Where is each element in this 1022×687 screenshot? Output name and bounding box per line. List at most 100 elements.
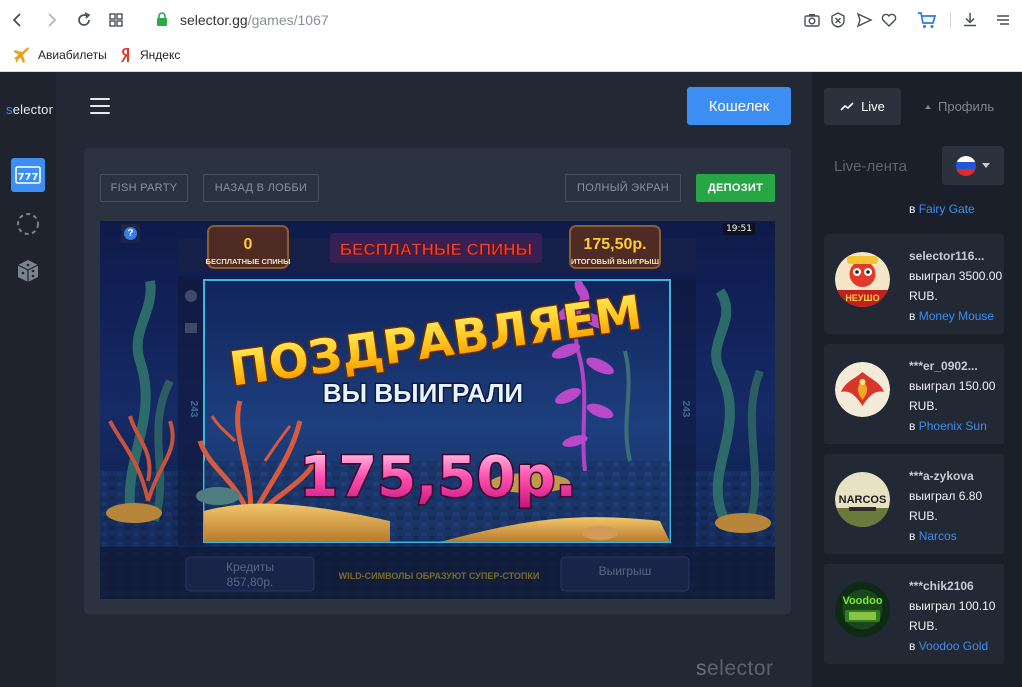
feed-username[interactable]: ***chik2106 bbox=[909, 576, 1004, 596]
list-item: NARCOS ***a-zykova выиграл 6.80 RUB. в N… bbox=[824, 454, 1004, 554]
camera-icon[interactable] bbox=[802, 10, 822, 30]
feed-text: selector116... выиграл 3500.00 RUB. в Mo… bbox=[909, 246, 1004, 326]
svg-text:777: 777 bbox=[18, 172, 39, 183]
feed-username[interactable]: ***a-zykova bbox=[909, 466, 1004, 486]
deposit-button[interactable]: ДЕПОЗИТ bbox=[696, 174, 775, 202]
url-bar[interactable]: selector.gg/games/1067 bbox=[180, 11, 329, 29]
reel-digits-left: 243 bbox=[188, 401, 199, 418]
live-feed-title: Live-лента bbox=[834, 158, 907, 175]
tabs-grid-icon[interactable] bbox=[106, 10, 126, 30]
feed-text: ***er_0902... выиграл 150.00 RUB. в Phoe… bbox=[909, 356, 1004, 436]
game-clock: 19:51 bbox=[723, 223, 755, 235]
feed-prefix: в bbox=[909, 529, 916, 543]
lock-icon[interactable] bbox=[156, 11, 168, 27]
feed-game-link[interactable]: Fairy Gate bbox=[919, 202, 975, 216]
avatar-voodoo-gold[interactable]: Voodoo bbox=[835, 582, 890, 637]
send-icon[interactable] bbox=[854, 10, 874, 30]
feed-game-link[interactable]: Narcos bbox=[919, 529, 957, 543]
feed-win: выиграл 150.00 RUB. bbox=[909, 379, 996, 413]
list-item: ***er_0902... выиграл 150.00 RUB. в Phoe… bbox=[824, 344, 1004, 444]
paytable-icon[interactable] bbox=[185, 323, 197, 333]
you-won-text: ВЫ ВЫИГРАЛИ bbox=[323, 378, 523, 408]
free-spins-count: 0 bbox=[244, 236, 253, 253]
feed-prefix: в bbox=[909, 309, 916, 323]
forward-icon[interactable] bbox=[41, 10, 61, 30]
tab-live-label: Live bbox=[861, 99, 885, 114]
settings-gear-icon[interactable] bbox=[185, 290, 197, 302]
slots-icon: 777 bbox=[11, 158, 45, 192]
yandex-icon bbox=[121, 48, 129, 62]
game-canvas[interactable]: 0 БЕСПЛАТНЫЕ СПИНЫ БЕСПЛАТНЫЕ СПИНЫ 175,… bbox=[100, 221, 775, 599]
airplane-icon bbox=[14, 47, 29, 63]
footer-logo: selector bbox=[696, 657, 774, 681]
footer-logo-rest: elector bbox=[707, 657, 774, 680]
left-sidebar: selector 777 bbox=[0, 72, 56, 687]
spinner-icon bbox=[17, 213, 39, 235]
logo-rest: elector bbox=[12, 102, 54, 117]
menu-lines-icon[interactable] bbox=[993, 10, 1013, 30]
total-win-label: ИТОГОВЫЙ ВЫИГРЫШ bbox=[571, 257, 660, 266]
win-amount-text: 175,50р. bbox=[299, 445, 576, 510]
game-name-button[interactable]: FISH PARTY bbox=[100, 174, 188, 202]
toolbar-separator bbox=[950, 12, 951, 28]
adblock-icon[interactable] bbox=[828, 10, 848, 30]
back-to-lobby-button[interactable]: НАЗАД В ЛОББИ bbox=[203, 174, 319, 202]
free-spins-label: БЕСПЛАТНЫЕ СПИНЫ bbox=[206, 257, 291, 266]
feed-game-link[interactable]: Voodoo Gold bbox=[919, 639, 988, 653]
feed-game-link[interactable]: Money Mouse bbox=[919, 309, 994, 323]
russia-flag-icon bbox=[956, 155, 976, 176]
reel-digits-right: 243 bbox=[680, 401, 691, 418]
sidebar-item-slots[interactable]: 777 bbox=[11, 158, 45, 192]
trend-icon bbox=[840, 101, 854, 111]
feed-prefix: в bbox=[909, 639, 916, 653]
feed-game-link[interactable]: Phoenix Sun bbox=[919, 419, 987, 433]
avatar-caption: Voodoo bbox=[842, 595, 882, 607]
bookmark-aviabilety[interactable]: Авиабилеты bbox=[14, 46, 107, 64]
tab-profile-label: Профиль bbox=[938, 99, 995, 114]
avatar-caption: НЕУШО bbox=[845, 293, 879, 303]
url-path: /games/1067 bbox=[247, 12, 329, 28]
footer-logo-prefix: s bbox=[696, 657, 707, 680]
hamburger-menu-icon[interactable] bbox=[90, 98, 110, 114]
feed-username[interactable]: ***er_0902... bbox=[909, 356, 1004, 376]
help-icon: ? bbox=[124, 227, 137, 240]
url-host: selector.gg bbox=[180, 12, 248, 28]
dice-icon bbox=[17, 260, 39, 282]
live-feed: в Fairy Gate НЕУШО selector116... выигра… bbox=[824, 197, 1004, 687]
avatar-caption: NARCOS bbox=[839, 494, 887, 506]
fullscreen-button[interactable]: ПОЛНЫЙ ЭКРАН bbox=[565, 174, 681, 202]
bookmark-label: Яндекс bbox=[140, 48, 181, 62]
avatar-narcos[interactable]: NARCOS bbox=[835, 472, 890, 527]
back-icon[interactable] bbox=[8, 10, 28, 30]
right-sidebar: Live Профиль Live-лента в Fairy Gate НЕУ… bbox=[812, 72, 1022, 687]
reload-icon[interactable] bbox=[74, 10, 94, 30]
avatar-money-mouse[interactable]: НЕУШО bbox=[835, 252, 890, 307]
language-selector[interactable] bbox=[942, 146, 1004, 185]
wallet-button[interactable]: Кошелек bbox=[687, 87, 791, 125]
list-item: НЕУШО selector116... выиграл 3500.00 RUB… bbox=[824, 234, 1004, 334]
sidebar-item-dice[interactable] bbox=[11, 254, 45, 288]
feed-username[interactable]: selector116... bbox=[909, 246, 1004, 266]
logo-prefix: s bbox=[6, 102, 13, 117]
game-help-button[interactable]: ? bbox=[121, 224, 140, 243]
heart-icon[interactable] bbox=[879, 10, 899, 30]
feed-prefix: в bbox=[909, 202, 916, 216]
feed-text: ***a-zykova выиграл 6.80 RUB. в Narcos bbox=[909, 466, 1004, 546]
feed-text: ***chik2106 выиграл 100.10 RUB. в Voodoo… bbox=[909, 576, 1004, 656]
download-icon[interactable] bbox=[960, 10, 980, 30]
bookmark-label: Авиабилеты bbox=[38, 48, 107, 62]
avatar-phoenix-sun[interactable] bbox=[835, 362, 890, 417]
tab-live[interactable]: Live bbox=[824, 88, 901, 125]
wild-info-text: WILD-СИМВОЛЫ ОБРАЗУЮТ СУПЕР-СТОПКИ bbox=[339, 571, 540, 581]
tab-profile[interactable]: Профиль bbox=[924, 88, 994, 125]
credits-value: 857,80р. bbox=[227, 575, 274, 589]
chevron-down-icon bbox=[982, 163, 990, 168]
free-spins-banner: БЕСПЛАТНЫЕ СПИНЫ bbox=[340, 240, 532, 259]
cart-icon[interactable] bbox=[917, 10, 937, 30]
bookmark-yandex[interactable]: Яндекс bbox=[120, 46, 180, 64]
feed-win: выиграл 6.80 RUB. bbox=[909, 489, 983, 523]
sidebar-item-live[interactable] bbox=[11, 207, 45, 241]
browser-toolbar: selector.gg/games/1067 bbox=[0, 0, 1022, 40]
bookmarks-bar: Авиабилеты Яндекс bbox=[0, 40, 1022, 71]
site-logo[interactable]: selector bbox=[6, 102, 53, 117]
